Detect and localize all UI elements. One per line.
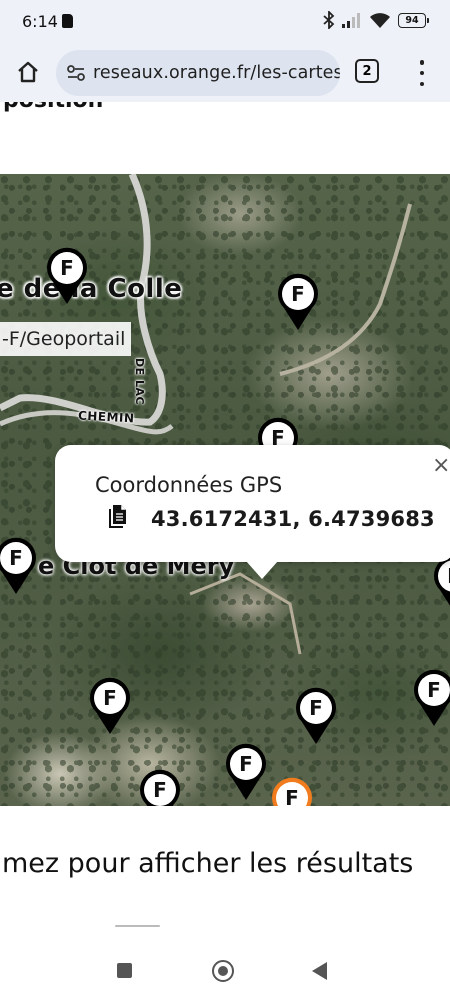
antenna-pin[interactable]: F — [136, 766, 184, 806]
svg-text:F: F — [291, 282, 305, 306]
svg-text:F: F — [9, 546, 23, 570]
system-nav-bar — [0, 940, 450, 999]
popup-title: Coordonnées GPS — [95, 473, 283, 497]
svg-text:F: F — [285, 786, 299, 806]
sim-card-icon — [62, 14, 73, 28]
antenna-pin[interactable]: F — [268, 774, 316, 806]
tab-switcher-button[interactable]: 2 — [355, 59, 379, 83]
battery-indicator: 94 — [398, 12, 429, 28]
copy-icon[interactable] — [107, 504, 129, 530]
close-icon[interactable]: × — [432, 455, 450, 477]
svg-text:F: F — [309, 696, 323, 720]
results-prompt[interactable]: mez pour afficher les résultats — [2, 848, 413, 879]
antenna-pin[interactable]: F — [292, 684, 340, 746]
browser-toolbar: reseaux.orange.fr/les-cartes 2 — [0, 44, 450, 102]
svg-text:F: F — [60, 256, 74, 280]
svg-text:F: F — [239, 752, 253, 776]
antenna-pin[interactable]: F — [86, 674, 134, 736]
antenna-pin[interactable]: F — [274, 270, 322, 332]
map-attribution[interactable]: -F/Geoportail — [0, 322, 132, 356]
antenna-pin[interactable]: F — [222, 740, 270, 802]
site-settings-icon[interactable] — [65, 62, 87, 84]
map-road-label: DE LAC — [133, 358, 146, 406]
map-road-label: CHEMIN — [77, 408, 135, 426]
status-bar: 6:14 94 — [0, 0, 450, 44]
status-icons: 94 — [323, 11, 429, 29]
drag-handle[interactable] — [115, 925, 160, 927]
map-place-label: e de la Colle — [0, 274, 183, 304]
address-bar[interactable]: reseaux.orange.fr/les-cartes — [56, 50, 340, 96]
antenna-pin[interactable]: F — [0, 534, 40, 596]
signal-icon — [342, 12, 362, 28]
more-vert-icon[interactable] — [412, 60, 432, 86]
popup-tail — [246, 561, 278, 579]
status-time: 6:14 — [22, 12, 58, 31]
gps-coordinates[interactable]: 43.6172431, 6.4739683 — [151, 507, 435, 531]
bluetooth-icon — [323, 11, 335, 29]
recents-button[interactable] — [117, 963, 132, 978]
home-icon[interactable] — [14, 58, 42, 86]
home-button[interactable] — [212, 960, 234, 982]
wifi-icon — [369, 12, 391, 29]
back-button[interactable] — [312, 962, 327, 980]
antenna-pin[interactable]: F — [410, 666, 450, 728]
svg-text:F: F — [427, 678, 441, 702]
svg-text:F: F — [153, 778, 167, 802]
url-text[interactable]: reseaux.orange.fr/les-cartes — [93, 63, 340, 83]
svg-text:F: F — [103, 686, 117, 710]
antenna-pin[interactable]: F — [43, 244, 91, 306]
gps-popup: Coordonnées GPS × 43.6172431, 6.4739683 — [55, 445, 450, 579]
